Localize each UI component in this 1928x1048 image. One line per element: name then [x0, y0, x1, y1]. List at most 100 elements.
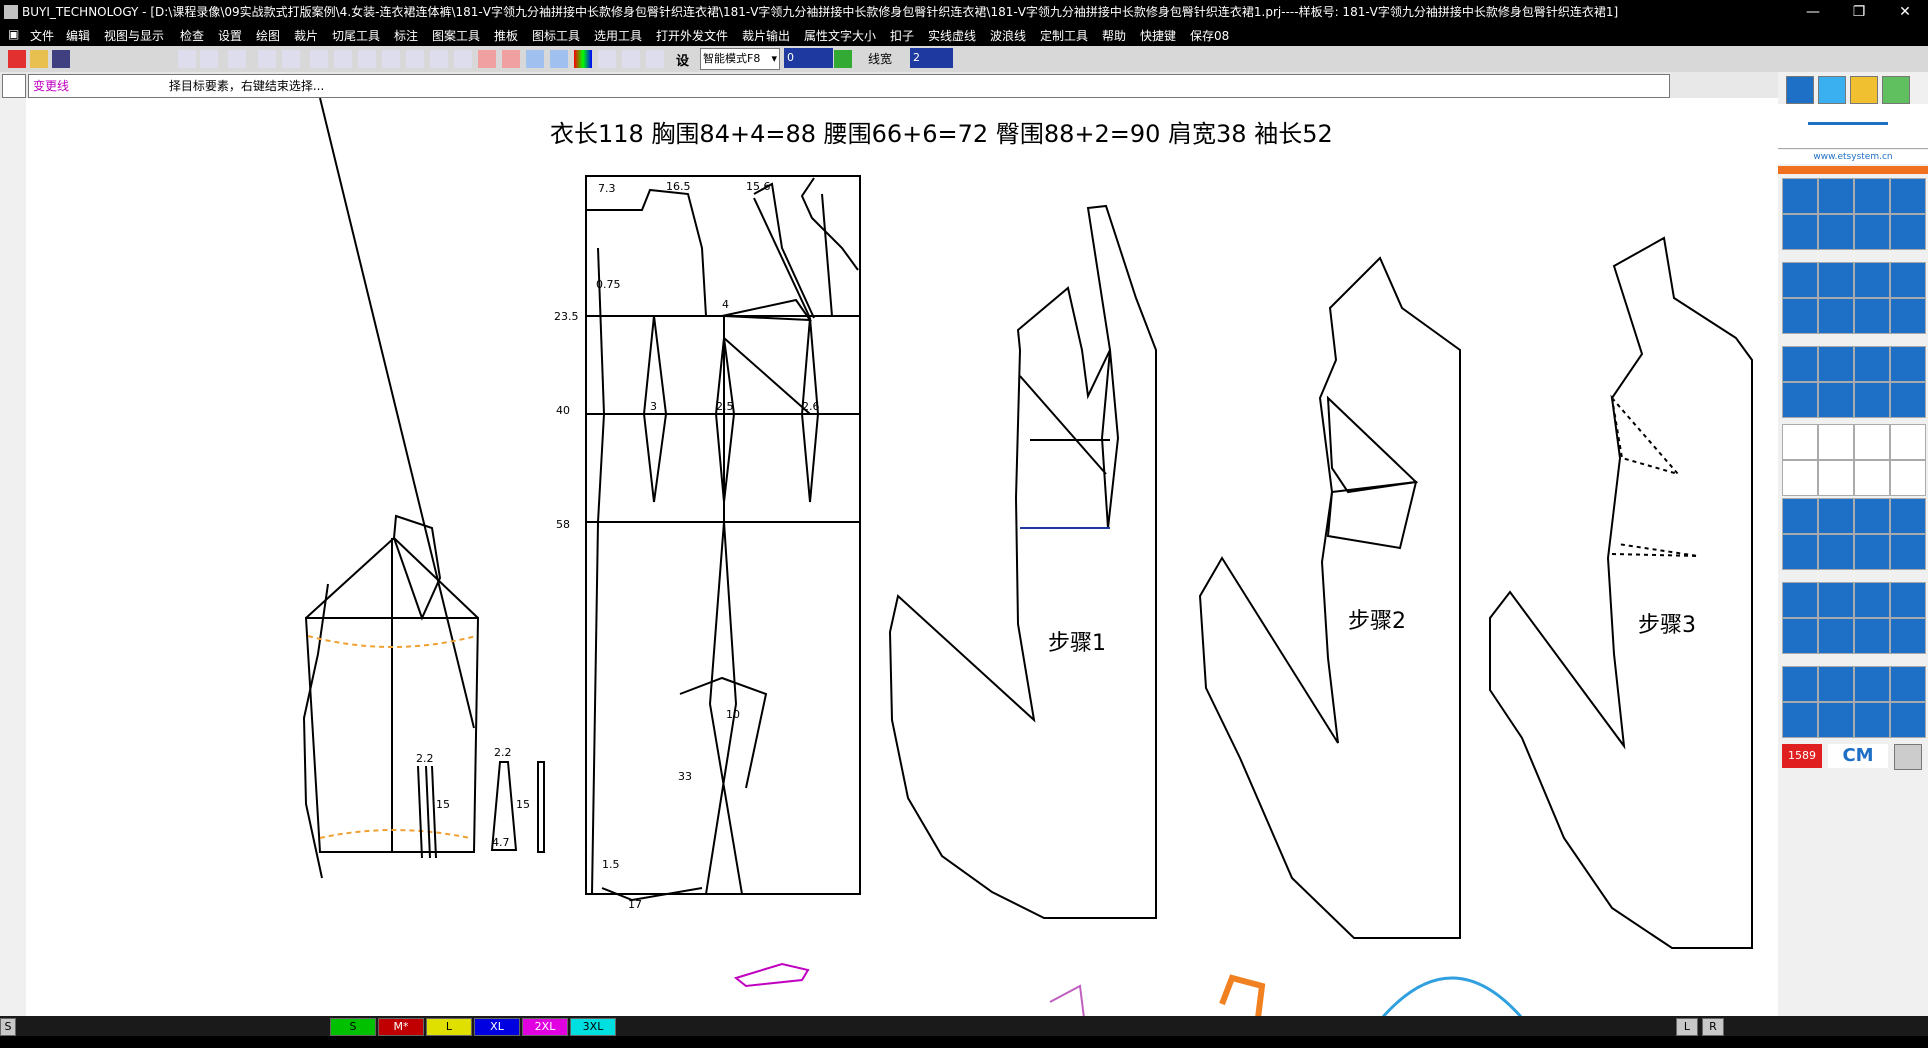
- hatch-icon[interactable]: [502, 50, 520, 68]
- tool-trousers-icon[interactable]: [1890, 424, 1926, 460]
- tool-download-icon[interactable]: [1818, 498, 1854, 534]
- menu-wavy-line[interactable]: 波浪线: [990, 27, 1026, 44]
- menu-open-external[interactable]: 打开外发文件: [656, 27, 728, 44]
- line-width-input[interactable]: 2: [910, 48, 953, 68]
- tool-column-icon[interactable]: [1890, 534, 1926, 570]
- panel-chart-icon[interactable]: [1818, 76, 1846, 104]
- bottom-piece-cyan[interactable]: [1380, 976, 1524, 1019]
- cross-icon[interactable]: [334, 50, 352, 68]
- open-folder-icon[interactable]: [30, 50, 48, 68]
- tool-scissors-icon[interactable]: [1782, 262, 1818, 298]
- tool-pen-icon[interactable]: [1818, 178, 1854, 214]
- tool-pleat-icon[interactable]: [1782, 424, 1818, 460]
- calculator-icon[interactable]: [1894, 744, 1922, 770]
- drawing-canvas[interactable]: 衣长118 胸围84+4=88 腰围66+6=72 臀围88+2=90 肩宽38…: [2, 97, 1778, 1019]
- tool-graph-icon[interactable]: [1854, 702, 1890, 738]
- color-palette-icon[interactable]: [574, 50, 592, 68]
- tool-ruler-icon[interactable]: [1890, 460, 1926, 496]
- size-tab-m[interactable]: M*: [378, 1018, 424, 1036]
- tool-square-icon[interactable]: [1854, 346, 1890, 382]
- close-button[interactable]: ✕: [1882, 0, 1928, 24]
- tool-pencil-icon[interactable]: [1854, 460, 1890, 496]
- tool-shirt-icon[interactable]: [1818, 382, 1854, 418]
- menu-shortcuts[interactable]: 快捷键: [1140, 27, 1176, 44]
- tool-hook-icon[interactable]: [1854, 178, 1890, 214]
- tool-scissor-small-icon[interactable]: [1890, 298, 1926, 334]
- tool-corner-icon[interactable]: [1782, 214, 1818, 250]
- menu-icon-tools[interactable]: 图标工具: [532, 27, 580, 44]
- tool-check-icon[interactable]: [1890, 498, 1926, 534]
- tool-neck-icon[interactable]: [1782, 534, 1818, 570]
- hanger-icon[interactable]: [550, 50, 568, 68]
- menu-view[interactable]: 视图与显示: [104, 27, 164, 44]
- tool-box-icon[interactable]: [1854, 534, 1890, 570]
- sleeve-cap-left[interactable]: [392, 514, 442, 621]
- tool-wave-icon[interactable]: [1890, 214, 1926, 250]
- tool-star-icon[interactable]: [1818, 298, 1854, 334]
- size-tab-l[interactable]: L: [426, 1018, 472, 1036]
- tool-triangle-icon[interactable]: [1818, 666, 1854, 702]
- bottom-piece-orange[interactable]: [1219, 974, 1266, 1019]
- table-icon[interactable]: [646, 50, 664, 68]
- tool-collar-icon[interactable]: [1854, 424, 1890, 460]
- spline-icon[interactable]: [598, 50, 616, 68]
- menu-edit[interactable]: 编辑: [66, 27, 90, 44]
- tool-hand-icon[interactable]: [1890, 382, 1926, 418]
- tool-label-r-icon[interactable]: [1782, 666, 1818, 702]
- minimize-button[interactable]: —: [1790, 0, 1836, 24]
- menu-select-tools[interactable]: 选用工具: [594, 27, 642, 44]
- menu-custom-tools[interactable]: 定制工具: [1040, 27, 1088, 44]
- step2-pattern-piece[interactable]: [1198, 256, 1461, 939]
- settings-text-icon[interactable]: 设: [676, 50, 694, 69]
- tool-measure-tape-icon[interactable]: [1854, 666, 1890, 702]
- tool-glove-icon[interactable]: [1854, 382, 1890, 418]
- step1-pattern-piece[interactable]: [888, 204, 1157, 919]
- align-icon[interactable]: [310, 50, 328, 68]
- binding-strip[interactable]: [537, 761, 545, 853]
- menu-doc-icon[interactable]: ▣: [8, 27, 19, 41]
- menu-grading[interactable]: 推板: [494, 27, 518, 44]
- value-input[interactable]: 0: [784, 48, 833, 68]
- menu-check[interactable]: 检查: [180, 27, 204, 44]
- save-disk-icon[interactable]: [52, 50, 70, 68]
- tool-truck-icon[interactable]: [1782, 618, 1818, 654]
- move-icon[interactable]: [282, 50, 300, 68]
- new-file-icon[interactable]: [8, 50, 26, 68]
- front-armhole[interactable]: [586, 188, 707, 317]
- menu-cut-piece[interactable]: 裁片: [294, 27, 318, 44]
- bottom-piece-magenta[interactable]: [733, 962, 810, 988]
- cut-icon[interactable]: [478, 50, 496, 68]
- tool-node-icon[interactable]: [1890, 702, 1926, 738]
- back-neck[interactable]: [800, 177, 859, 271]
- tool-table-icon[interactable]: [1818, 618, 1854, 654]
- step2-dart-lower[interactable]: [1326, 480, 1418, 550]
- step3-pattern-piece[interactable]: [1489, 236, 1753, 949]
- tool-trash-icon[interactable]: [1818, 582, 1854, 618]
- tool-tag-icon[interactable]: [1818, 460, 1854, 496]
- tool-export-icon[interactable]: [1782, 498, 1818, 534]
- redo-icon[interactable]: [228, 50, 246, 68]
- menu-pattern-tools[interactable]: 图案工具: [432, 27, 480, 44]
- menu-buttons[interactable]: 扣子: [890, 27, 914, 44]
- tool-frame-icon[interactable]: [1854, 582, 1890, 618]
- grid-icon[interactable]: [358, 50, 376, 68]
- select-arrow-icon[interactable]: [258, 50, 276, 68]
- menu-tail-tools[interactable]: 切尾工具: [332, 27, 380, 44]
- size-tab-s[interactable]: S: [330, 1018, 376, 1036]
- tool-pin-icon[interactable]: [1782, 460, 1818, 496]
- mode-select[interactable]: 智能模式F8 ▾: [700, 48, 780, 70]
- tool-needle-icon[interactable]: [1854, 214, 1890, 250]
- restore-button[interactable]: ❐: [1836, 0, 1882, 24]
- tool-arrows-icon[interactable]: [1818, 262, 1854, 298]
- menu-annotate[interactable]: 标注: [394, 27, 418, 44]
- tool-plus-icon[interactable]: [1890, 582, 1926, 618]
- tool-crown-icon[interactable]: [1854, 262, 1890, 298]
- tool-arc-icon[interactable]: [1890, 178, 1926, 214]
- menu-save08[interactable]: 保存08: [1190, 27, 1229, 44]
- unit-toggle[interactable]: CM: [1828, 744, 1888, 768]
- tool-mirror-icon[interactable]: [1818, 214, 1854, 250]
- flounce-piece[interactable]: [679, 676, 768, 789]
- menu-solid-dashed[interactable]: 实线虚线: [928, 27, 976, 44]
- tool-pleat2-icon[interactable]: [1818, 424, 1854, 460]
- tool-bucket-icon[interactable]: [1782, 382, 1818, 418]
